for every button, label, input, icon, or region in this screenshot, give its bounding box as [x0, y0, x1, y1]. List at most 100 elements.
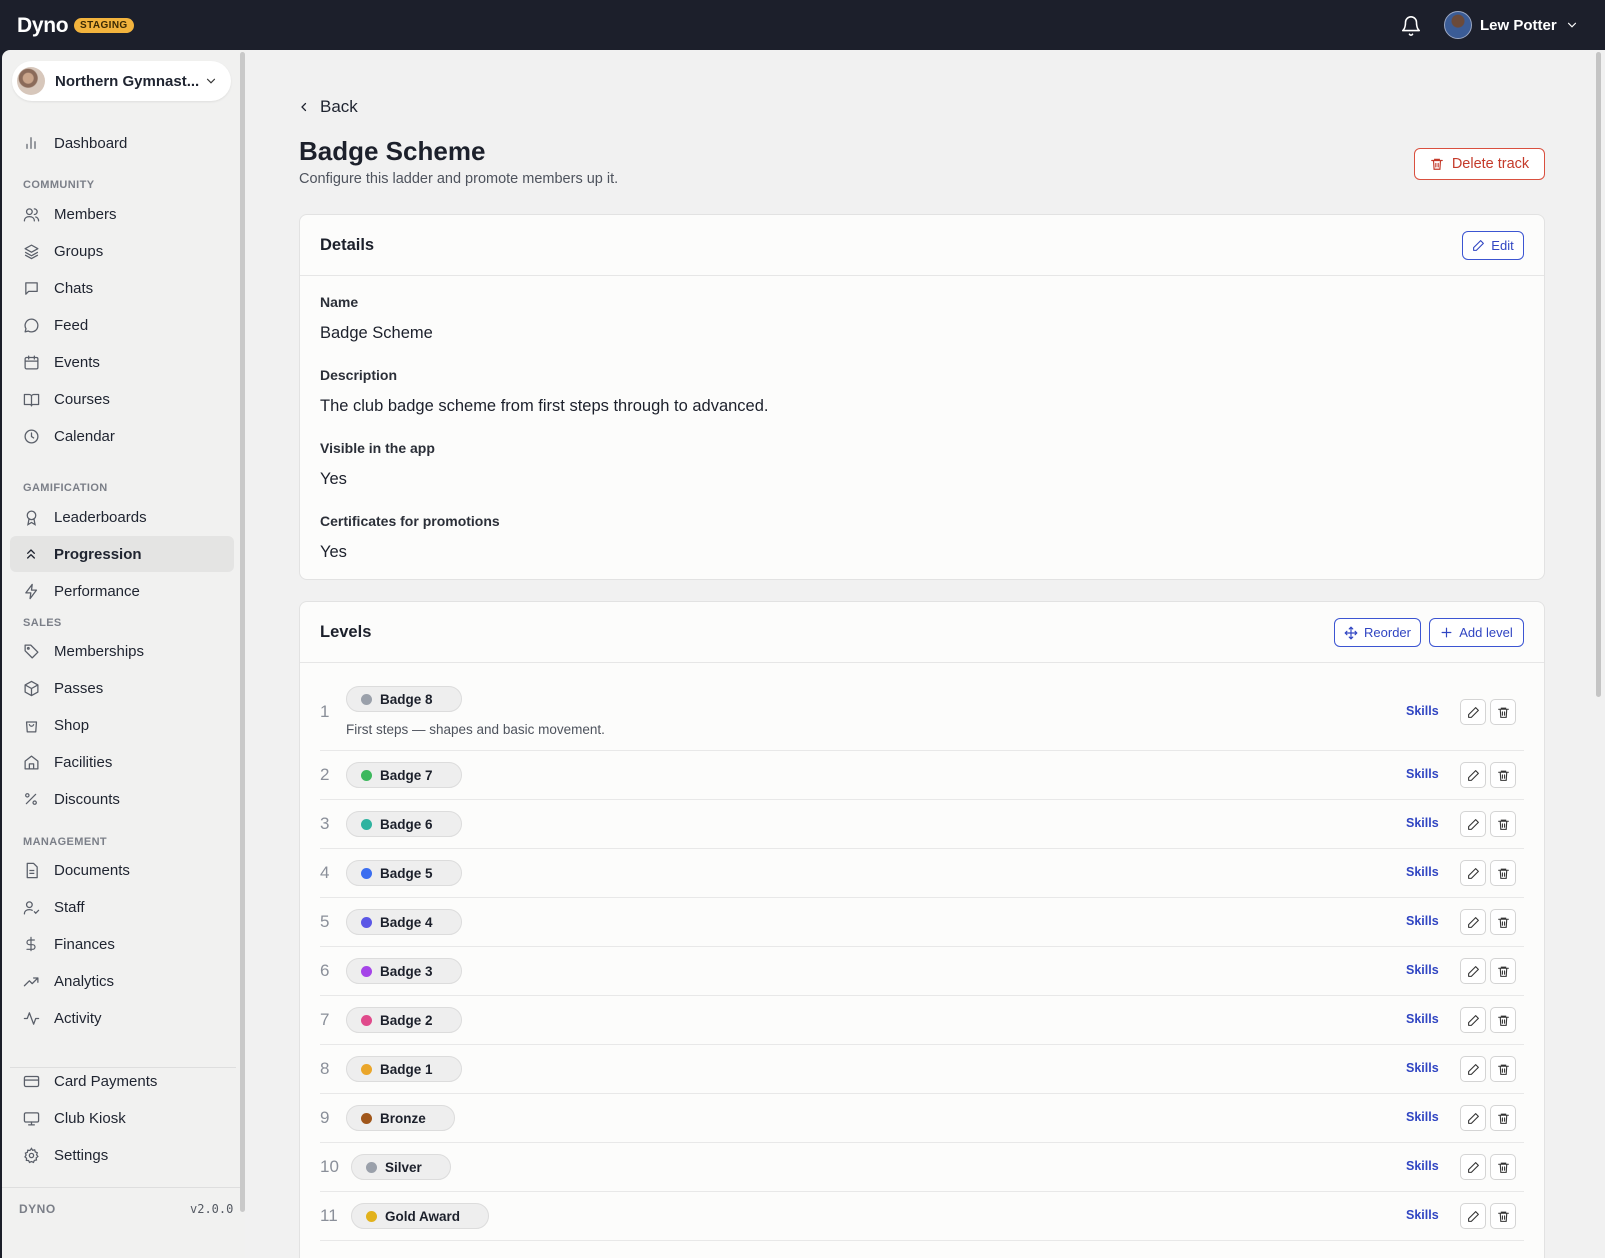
- skills-link[interactable]: Skills: [1406, 767, 1439, 781]
- level-number: 3: [320, 814, 330, 833]
- sidebar-item-documents[interactable]: Documents: [10, 852, 234, 888]
- delete-level-button[interactable]: [1490, 1154, 1516, 1180]
- skills-link[interactable]: Skills: [1406, 704, 1439, 718]
- description-label: Description: [320, 367, 398, 383]
- level-badge: Badge 4: [346, 909, 462, 935]
- trash-icon: [1430, 158, 1443, 170]
- skills-link[interactable]: Skills: [1406, 1061, 1439, 1075]
- sidebar-item-members[interactable]: Members: [10, 196, 234, 232]
- visible-value: Yes: [320, 470, 347, 488]
- sidebar: Northern Gymnast... Dashboard COMMUNITY …: [2, 50, 245, 1258]
- edit-level-button[interactable]: [1460, 762, 1486, 788]
- skills-link[interactable]: Skills: [1406, 914, 1439, 928]
- sidebar-item-dashboard[interactable]: Dashboard: [10, 125, 234, 161]
- level-color-dot: [361, 769, 372, 781]
- sidebar-item-analytics[interactable]: Analytics: [10, 963, 234, 999]
- sidebar-item-staff[interactable]: Staff: [10, 889, 234, 925]
- sidebar-item-label: Discounts: [54, 790, 120, 808]
- edit-level-button[interactable]: [1460, 958, 1486, 984]
- delete-level-button[interactable]: [1490, 699, 1516, 725]
- level-name: Badge 4: [380, 914, 433, 930]
- back-link[interactable]: Back: [298, 97, 358, 117]
- skills-link[interactable]: Skills: [1406, 963, 1439, 977]
- skills-link[interactable]: Skills: [1406, 1012, 1439, 1026]
- certificates-value: Yes: [320, 543, 347, 561]
- sidebar-item-settings[interactable]: Settings: [10, 1137, 234, 1173]
- edit-level-button[interactable]: [1460, 1007, 1486, 1033]
- delete-level-button[interactable]: [1490, 811, 1516, 837]
- delete-level-button[interactable]: [1490, 1007, 1516, 1033]
- trash-icon: [1497, 706, 1510, 719]
- sidebar-item-progression[interactable]: Progression: [10, 536, 234, 572]
- edit-level-button[interactable]: [1460, 1154, 1486, 1180]
- levels-header: Levels Reorder Add level: [300, 602, 1544, 663]
- skills-link[interactable]: Skills: [1406, 1208, 1439, 1222]
- skills-link[interactable]: Skills: [1406, 1110, 1439, 1124]
- edit-level-button[interactable]: [1460, 1056, 1486, 1082]
- add-level-button[interactable]: Add level: [1429, 618, 1524, 647]
- trash-icon: [1497, 1210, 1510, 1223]
- delete-level-button[interactable]: [1490, 860, 1516, 886]
- skills-link[interactable]: Skills: [1406, 865, 1439, 879]
- trash-icon: [1497, 867, 1510, 880]
- sidebar-item-events[interactable]: Events: [10, 344, 234, 380]
- pencil-icon: [1467, 1161, 1480, 1174]
- layers-icon: [22, 242, 40, 260]
- sidebar-item-calendar[interactable]: Calendar: [10, 418, 234, 454]
- reorder-button[interactable]: Reorder: [1334, 618, 1421, 647]
- org-switcher[interactable]: Northern Gymnast...: [12, 61, 231, 101]
- delete-level-button[interactable]: [1490, 1203, 1516, 1229]
- level-row: 6 Badge 3 Skills: [320, 947, 1524, 996]
- chevron-left-icon: [301, 102, 307, 112]
- sidebar-item-finances[interactable]: Finances: [10, 926, 234, 962]
- user-menu[interactable]: Lew Potter: [1444, 11, 1579, 39]
- sidebar-item-discounts[interactable]: Discounts: [10, 781, 234, 817]
- level-number: 9: [320, 1108, 330, 1127]
- edit-level-button[interactable]: [1460, 1203, 1486, 1229]
- delete-level-button[interactable]: [1490, 762, 1516, 788]
- delete-level-button[interactable]: [1490, 1056, 1516, 1082]
- users-icon: [22, 205, 40, 223]
- sidebar-item-chats[interactable]: Chats: [10, 270, 234, 306]
- sidebar-item-courses[interactable]: Courses: [10, 381, 234, 417]
- main-scrollbar[interactable]: [1596, 52, 1601, 697]
- sidebar-item-shop[interactable]: Shop: [10, 707, 234, 743]
- level-name: Badge 2: [380, 1012, 433, 1028]
- delete-level-button[interactable]: [1490, 1105, 1516, 1131]
- level-row: 4 Badge 5 Skills: [320, 849, 1524, 898]
- level-number: 1: [320, 702, 330, 721]
- skills-link[interactable]: Skills: [1406, 1159, 1439, 1173]
- delete-level-button[interactable]: [1490, 909, 1516, 935]
- sidebar-item-card-payments[interactable]: Card Payments: [10, 1063, 234, 1099]
- level-name: Badge 5: [380, 865, 433, 881]
- award-icon: [22, 508, 40, 526]
- sidebar-item-feed[interactable]: Feed: [10, 307, 234, 343]
- activity-icon: [22, 1009, 40, 1027]
- sidebar-item-activity[interactable]: Activity: [10, 1000, 234, 1036]
- skills-link[interactable]: Skills: [1406, 816, 1439, 830]
- delete-level-button[interactable]: [1490, 958, 1516, 984]
- sidebar-item-memberships[interactable]: Memberships: [10, 633, 234, 669]
- sidebar-item-leaderboards[interactable]: Leaderboards: [10, 499, 234, 535]
- edit-level-button[interactable]: [1460, 860, 1486, 886]
- gear-icon: [22, 1146, 40, 1164]
- sidebar-item-club-kiosk[interactable]: Club Kiosk: [10, 1100, 234, 1136]
- edit-level-button[interactable]: [1460, 1105, 1486, 1131]
- sidebar-item-groups[interactable]: Groups: [10, 233, 234, 269]
- edit-level-button[interactable]: [1460, 909, 1486, 935]
- section-gamification: GAMIFICATION: [23, 482, 108, 494]
- level-badge: Badge 5: [346, 860, 462, 886]
- sidebar-item-facilities[interactable]: Facilities: [10, 744, 234, 780]
- sidebar-item-performance[interactable]: Performance: [10, 573, 234, 609]
- edit-level-button[interactable]: [1460, 811, 1486, 837]
- delete-track-button[interactable]: Delete track: [1414, 148, 1545, 180]
- edit-level-button[interactable]: [1460, 699, 1486, 725]
- bell-icon[interactable]: [1400, 15, 1422, 37]
- edit-details-button[interactable]: Edit: [1462, 231, 1524, 260]
- level-name: Gold Award: [385, 1208, 461, 1224]
- sidebar-item-label: Documents: [54, 861, 130, 879]
- level-color-dot: [361, 965, 372, 977]
- pencil-icon: [1467, 818, 1480, 831]
- app-logo[interactable]: Dyno: [17, 14, 69, 38]
- sidebar-item-passes[interactable]: Passes: [10, 670, 234, 706]
